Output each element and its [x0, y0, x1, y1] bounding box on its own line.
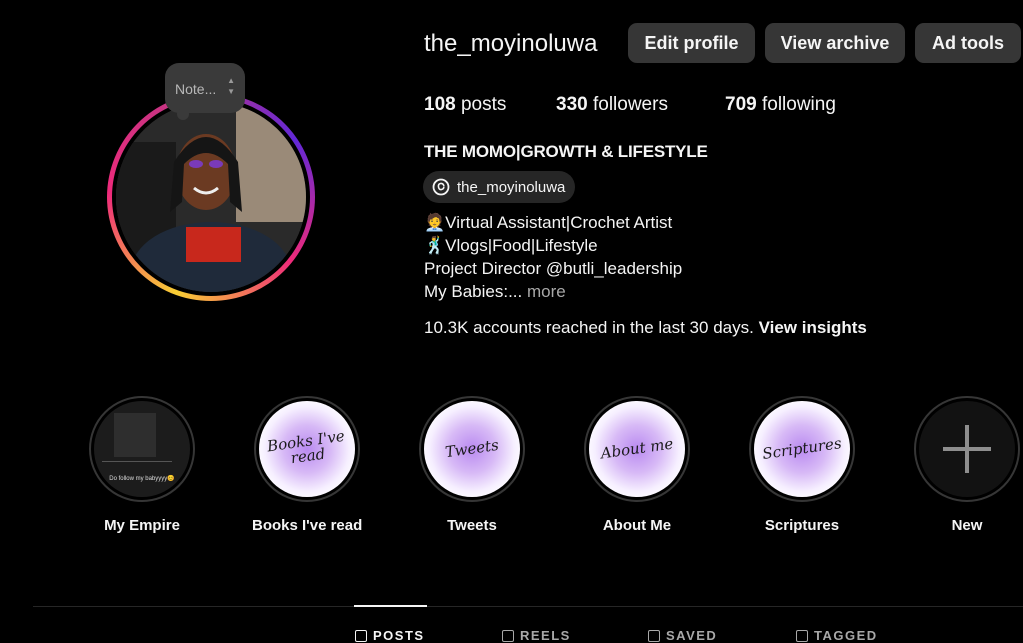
- tab-tagged[interactable]: TAGGED: [796, 628, 878, 643]
- tab-posts[interactable]: POSTS: [355, 628, 425, 643]
- bio: 🧑‍💼Virtual Assistant|Crochet Artist 🕺Vlo…: [424, 211, 682, 303]
- highlight-label: About Me: [602, 517, 672, 534]
- bookmark-icon: [648, 629, 660, 642]
- tabs-divider: [33, 606, 1023, 607]
- profile-avatar-ring[interactable]: [107, 93, 315, 301]
- tab-saved[interactable]: SAVED: [648, 628, 717, 643]
- threads-badge[interactable]: the_moyinoluwa: [423, 171, 576, 203]
- highlight-label: Books I've read: [252, 517, 363, 534]
- bio-line: 🕺Vlogs|Food|Lifestyle: [424, 236, 598, 255]
- full-name: THE MOMO|GROWTH & LIFESTYLE: [424, 142, 708, 161]
- highlight-label: Scriptures: [764, 517, 840, 534]
- highlight-cover: Scriptures: [754, 401, 850, 497]
- grid-icon: [355, 629, 367, 642]
- note-spinner-icon: ▲ ▼: [227, 76, 235, 96]
- highlight-label: New: [951, 517, 983, 534]
- followers-stat[interactable]: 330 followers: [556, 94, 668, 116]
- avatar[interactable]: [116, 102, 306, 292]
- highlight-cover: Tweets: [424, 401, 520, 497]
- reels-icon: [502, 629, 514, 642]
- highlight-my-empire[interactable]: Do follow my babyyyy😊 My Empire: [87, 396, 197, 534]
- tagged-icon: [796, 629, 808, 642]
- view-insights-link[interactable]: View insights: [759, 318, 867, 337]
- active-tab-indicator: [354, 605, 427, 607]
- view-archive-button[interactable]: View archive: [765, 23, 905, 63]
- note-text: Note...: [175, 81, 217, 97]
- more-link[interactable]: more: [527, 282, 566, 301]
- edit-profile-button[interactable]: Edit profile: [628, 23, 755, 63]
- insights-summary: 10.3K accounts reached in the last 30 da…: [424, 318, 867, 337]
- highlight-cover: Do follow my babyyyy😊: [94, 401, 190, 497]
- highlight-label: My Empire: [104, 517, 180, 534]
- note-bubble[interactable]: Note... ▲ ▼: [165, 63, 245, 120]
- bio-line: 🧑‍💼Virtual Assistant|Crochet Artist: [424, 213, 673, 232]
- highlight-cover: Books I've read: [259, 401, 355, 497]
- highlight-about-me[interactable]: About me About Me: [582, 396, 692, 534]
- threads-handle: the_moyinoluwa: [457, 178, 566, 196]
- posts-stat: 108 posts: [424, 94, 507, 115]
- ad-tools-button[interactable]: Ad tools: [915, 23, 1021, 63]
- tab-reels[interactable]: REELS: [502, 628, 571, 643]
- threads-icon: [432, 178, 450, 196]
- username: the_moyinoluwa: [424, 30, 598, 57]
- plus-icon: [919, 401, 1015, 497]
- bio-line: My Babies:... more: [424, 282, 566, 301]
- highlight-tweets[interactable]: Tweets Tweets: [417, 396, 527, 534]
- bio-line: Project Director @butli_leadership: [424, 259, 683, 278]
- highlight-new[interactable]: New: [912, 396, 1022, 534]
- highlight-scriptures[interactable]: Scriptures Scriptures: [747, 396, 857, 534]
- following-stat[interactable]: 709 following: [725, 94, 836, 116]
- highlight-cover: About me: [589, 401, 685, 497]
- highlight-label: Tweets: [447, 517, 497, 534]
- highlight-books[interactable]: Books I've read Books I've read: [252, 396, 362, 534]
